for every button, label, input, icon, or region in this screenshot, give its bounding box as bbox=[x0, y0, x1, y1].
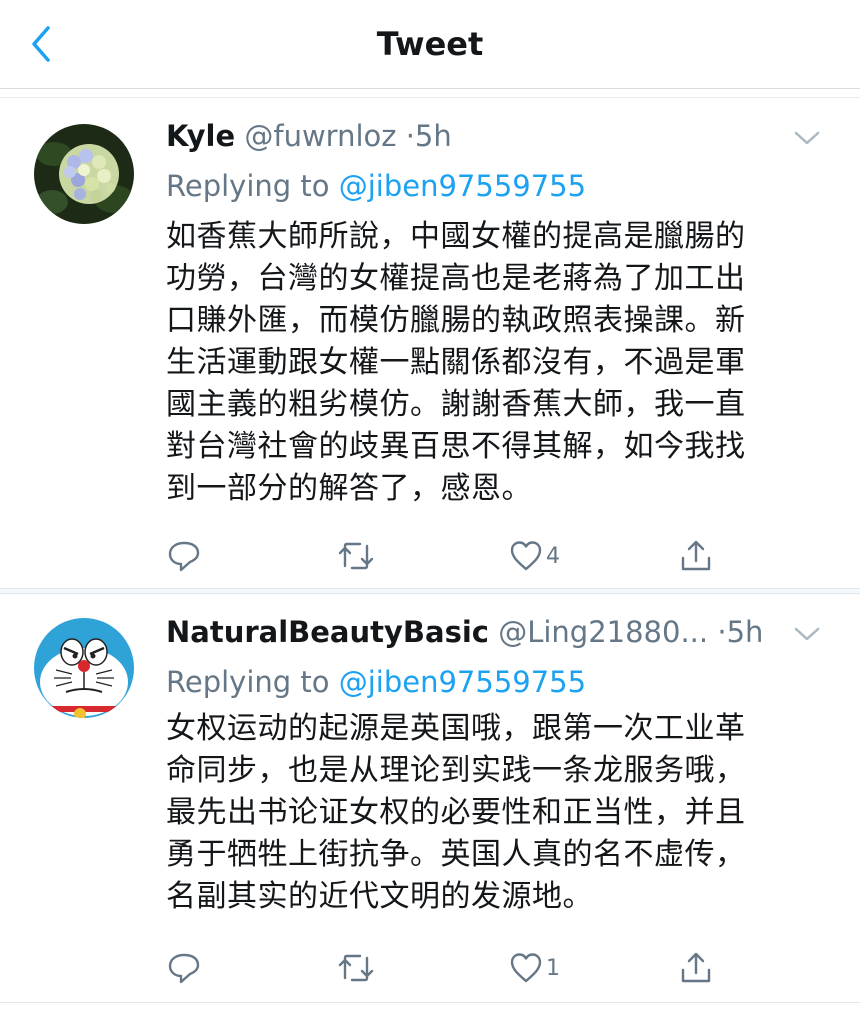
tweet-text-line: 對台灣社會的歧異百思不得其解，如今我找 bbox=[166, 429, 746, 464]
author-handle[interactable]: @fuwrnloz bbox=[244, 119, 396, 153]
heart-icon bbox=[510, 541, 542, 571]
tweet-card[interactable]: NaturalBeautyBasic @Ling21880... ·5h Rep… bbox=[0, 594, 860, 1003]
chevron-down-icon bbox=[794, 131, 820, 145]
tweet-menu-button[interactable] bbox=[792, 128, 822, 148]
heart-icon bbox=[510, 953, 542, 983]
tweet-text: 如香蕉大師所說，中國女權的提高是臘腸的 功勞，台灣的女權提高也是老蔣為了加工出 … bbox=[166, 216, 826, 510]
tweet-text-line: 口賺外匯，而模仿臘腸的執政照表操課。新 bbox=[166, 303, 746, 338]
tweet-text-line: 女权运动的起源是英国哦，跟第一次工业革 bbox=[166, 711, 746, 746]
tweet-text-line: 命同步，也是从理论到实践一条龙服务哦， bbox=[166, 753, 746, 788]
share-icon bbox=[681, 540, 711, 571]
replying-to: Replying to @jiben97559755 bbox=[166, 660, 586, 704]
meta-separator: · bbox=[405, 119, 415, 153]
retweet-button[interactable] bbox=[336, 948, 376, 988]
tweet-text: 女权运动的起源是英国哦，跟第一次工业革 命同步，也是从理论到实践一条龙服务哦， … bbox=[166, 708, 826, 918]
author-name[interactable]: Kyle bbox=[166, 119, 235, 153]
tweet-text-line: 功勞，台灣的女權提高也是老蔣為了加工出 bbox=[166, 261, 746, 296]
hydrangea-avatar-image bbox=[34, 124, 134, 224]
chevron-down-icon bbox=[794, 627, 820, 641]
share-button[interactable] bbox=[678, 536, 714, 576]
retweet-icon bbox=[338, 542, 374, 570]
like-count: 4 bbox=[546, 543, 560, 569]
tweet-meta: Kyle @fuwrnloz ·5h bbox=[166, 114, 830, 158]
meta-separator: · bbox=[717, 615, 727, 649]
reply-mention-link[interactable]: @jiben97559755 bbox=[339, 169, 586, 203]
tweet-time: 5h bbox=[414, 119, 452, 153]
retweet-button[interactable] bbox=[336, 536, 376, 576]
reply-icon bbox=[168, 953, 200, 984]
tweet-text-line: 名副其实的近代文明的发源地。 bbox=[166, 879, 593, 914]
tweet-text-line: 勇于牺牲上街抗争。英国人真的名不虚传， bbox=[166, 837, 746, 872]
tweet-text-line: 最先出书论证女权的必要性和正当性，并且 bbox=[166, 795, 746, 830]
share-icon bbox=[681, 952, 711, 983]
tweet-text-line: 生活運動跟女權一點關係都沒有，不過是軍 bbox=[166, 345, 746, 380]
reply-button[interactable] bbox=[166, 536, 202, 576]
reply-mention-link[interactable]: @jiben97559755 bbox=[339, 665, 586, 699]
replying-to: Replying to @jiben97559755 bbox=[166, 164, 586, 208]
tweet-card[interactable]: Kyle @fuwrnloz ·5h Replying to @jiben975… bbox=[0, 98, 860, 589]
tweet-actions: 1 bbox=[0, 948, 860, 988]
tweet-meta: NaturalBeautyBasic @Ling21880... ·5h bbox=[166, 610, 830, 654]
tweet-text-line: 如香蕉大師所說，中國女權的提高是臘腸的 bbox=[166, 219, 746, 254]
author-handle[interactable]: @Ling21880... bbox=[498, 615, 708, 649]
avatar[interactable] bbox=[34, 124, 134, 224]
tweet-text-line: 國主義的粗劣模仿。謝謝香蕉大師，我一直 bbox=[166, 387, 746, 422]
author-name[interactable]: NaturalBeautyBasic bbox=[166, 615, 489, 649]
replying-to-label: Replying to bbox=[166, 169, 330, 203]
page-title: Tweet bbox=[376, 25, 484, 63]
header-divider bbox=[0, 89, 860, 98]
like-button[interactable]: 1 bbox=[508, 948, 560, 988]
like-count: 1 bbox=[546, 955, 560, 981]
avatar[interactable] bbox=[34, 618, 134, 718]
top-bar: Tweet bbox=[0, 0, 860, 89]
share-button[interactable] bbox=[678, 948, 714, 988]
reply-button[interactable] bbox=[166, 948, 202, 988]
tweet-time: 5h bbox=[726, 615, 764, 649]
tweet-menu-button[interactable] bbox=[792, 624, 822, 644]
robot-cat-avatar-image bbox=[34, 618, 134, 718]
reply-icon bbox=[168, 541, 200, 572]
replying-to-label: Replying to bbox=[166, 665, 330, 699]
tweet-text-line: 到一部分的解答了，感恩。 bbox=[166, 471, 532, 506]
tweet-actions: 4 bbox=[0, 536, 860, 576]
like-button[interactable]: 4 bbox=[508, 536, 560, 576]
retweet-icon bbox=[338, 954, 374, 982]
